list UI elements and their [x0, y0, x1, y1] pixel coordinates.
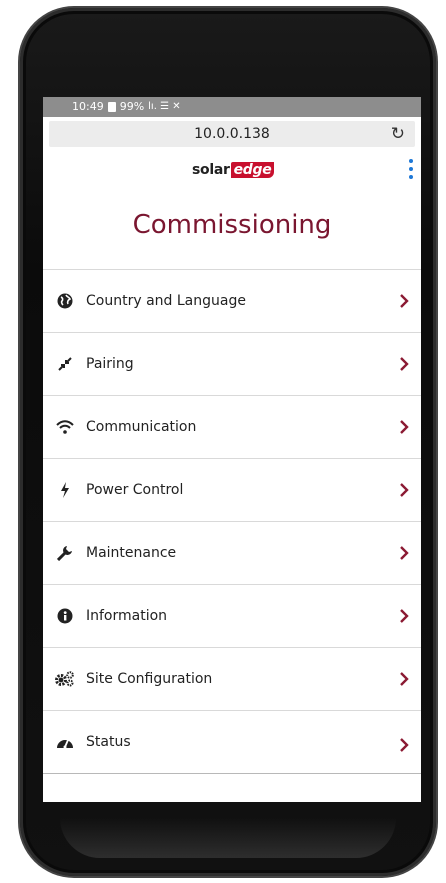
- status-battery: 99%: [119, 100, 145, 113]
- menu-item-pairing[interactable]: Pairing: [43, 333, 421, 396]
- menu-item-label: Power Control: [86, 482, 184, 498]
- menu-item-label: Information: [86, 608, 168, 624]
- solaredge-logo: solar edge: [192, 162, 275, 178]
- menu-item-communication[interactable]: Communication: [43, 396, 421, 459]
- commissioning-menu: Country and Language Pairing Communicati…: [43, 269, 421, 774]
- menu-item-maintenance[interactable]: Maintenance: [43, 522, 421, 585]
- menu-item-information[interactable]: Information: [43, 585, 421, 648]
- menu-item-power-control[interactable]: Power Control: [43, 459, 421, 522]
- status-time: 10:49: [72, 100, 104, 113]
- chevron-right-icon: [400, 357, 409, 371]
- chevron-right-icon: [400, 483, 409, 497]
- menu-item-site-configuration[interactable]: Site Configuration: [43, 648, 421, 711]
- phone-screen: 10:49 99% lı. ☰ ✕ 10.0.0.138 ↻ solar edge…: [43, 97, 421, 802]
- logo-solar: solar: [192, 162, 230, 178]
- status-bar: 10:49 99% lı. ☰ ✕: [43, 97, 421, 117]
- chevron-right-icon: [400, 420, 409, 434]
- menu-item-label: Pairing: [86, 356, 134, 372]
- brand-header: solar edge: [43, 147, 421, 187]
- reload-icon[interactable]: ↻: [391, 124, 405, 144]
- menu-item-label: Communication: [86, 419, 197, 435]
- menu-item-label: Maintenance: [86, 545, 177, 561]
- info-icon: [55, 608, 75, 624]
- more-options-icon[interactable]: [409, 159, 413, 179]
- menu-item-country-and-language[interactable]: Country and Language: [43, 270, 421, 333]
- compress-arrows-icon: [55, 356, 75, 372]
- page-title: Commissioning: [132, 210, 332, 240]
- gears-icon: [55, 671, 75, 687]
- chevron-right-icon: [400, 546, 409, 560]
- chevron-right-icon: [400, 294, 409, 308]
- chevron-right-icon: [400, 609, 409, 623]
- phone-shine: [60, 818, 396, 858]
- chevron-right-icon: [400, 738, 409, 752]
- globe-icon: [55, 293, 75, 309]
- menu-item-label: Status: [86, 734, 131, 750]
- dashboard-icon: [55, 735, 75, 749]
- logo-edge: edge: [230, 162, 275, 178]
- chevron-right-icon: [400, 672, 409, 686]
- menu-item-label: Country and Language: [86, 293, 246, 309]
- menu-item-status[interactable]: Status: [43, 711, 421, 774]
- url-bar[interactable]: 10.0.0.138 ↻: [49, 121, 415, 147]
- url-text[interactable]: 10.0.0.138: [194, 126, 270, 142]
- battery-icon: [107, 102, 116, 112]
- bolt-icon: [55, 482, 75, 498]
- wifi-icon: [55, 420, 75, 434]
- wrench-icon: [55, 545, 75, 561]
- status-indicators: lı. ☰ ✕: [148, 101, 181, 112]
- menu-item-label: Site Configuration: [86, 671, 213, 687]
